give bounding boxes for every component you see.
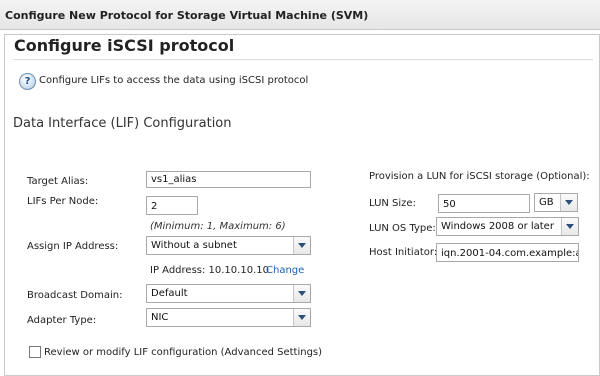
lun-size-unit-value: GB [539, 197, 554, 208]
lifs-range-hint: (Minimum: 1, Maximum: 6) [150, 221, 286, 232]
host-initiator-input[interactable]: iqn.2001-04.com.example:abc [436, 243, 579, 262]
assign-ip-select[interactable]: Without a subnet [146, 236, 311, 255]
advanced-settings-label: Review or modify LIF configuration (Adva… [44, 347, 323, 358]
window-title: Configure New Protocol for Storage Virtu… [5, 9, 369, 22]
help-icon[interactable]: ? [19, 73, 36, 90]
target-alias-label: Target Alias: [27, 176, 89, 187]
host-initiator-label: Host Initiator: [369, 247, 438, 258]
lifs-per-node-label: LIFs Per Node: [27, 196, 99, 207]
adapter-type-select[interactable]: NIC [146, 308, 311, 327]
lun-section-heading: Provision a LUN for iSCSI storage (Optio… [369, 171, 590, 182]
assign-ip-value: Without a subnet [151, 240, 237, 251]
chevron-down-icon[interactable] [561, 218, 578, 235]
change-link[interactable]: Change [266, 265, 304, 276]
lun-size-label: LUN Size: [369, 198, 416, 209]
adapter-type-label: Adapter Type: [27, 315, 97, 326]
broadcast-domain-label: Broadcast Domain: [27, 290, 123, 301]
chevron-down-icon[interactable] [560, 194, 577, 211]
assign-ip-label: Assign IP Address: [27, 241, 119, 252]
lifs-per-node-input[interactable]: 2 [146, 196, 198, 215]
lun-size-input[interactable]: 50 [438, 194, 530, 213]
ip-address-text: IP Address: 10.10.10.10 [150, 265, 269, 276]
broadcast-domain-select[interactable]: Default [146, 284, 311, 303]
page-title: Configure iSCSI protocol [14, 36, 235, 55]
lun-os-type-select[interactable]: Windows 2008 or later [436, 217, 579, 236]
lun-size-unit-select[interactable]: GB [534, 193, 578, 212]
chevron-down-icon[interactable] [293, 237, 310, 254]
lun-os-type-value: Windows 2008 or later [441, 221, 554, 232]
title-divider [13, 59, 593, 60]
intro-text: Configure LIFs to access the data using … [39, 75, 309, 86]
advanced-settings-checkbox[interactable] [29, 346, 41, 358]
chevron-down-icon[interactable] [293, 309, 310, 326]
window-titlebar: Configure New Protocol for Storage Virtu… [0, 0, 600, 30]
chevron-down-icon[interactable] [293, 285, 310, 302]
lun-os-type-label: LUN OS Type: [369, 223, 436, 234]
broadcast-domain-value: Default [151, 288, 188, 299]
section-title: Data Interface (LIF) Configuration [13, 116, 232, 131]
adapter-type-value: NIC [151, 312, 169, 323]
target-alias-input[interactable]: vs1_alias [146, 171, 311, 188]
